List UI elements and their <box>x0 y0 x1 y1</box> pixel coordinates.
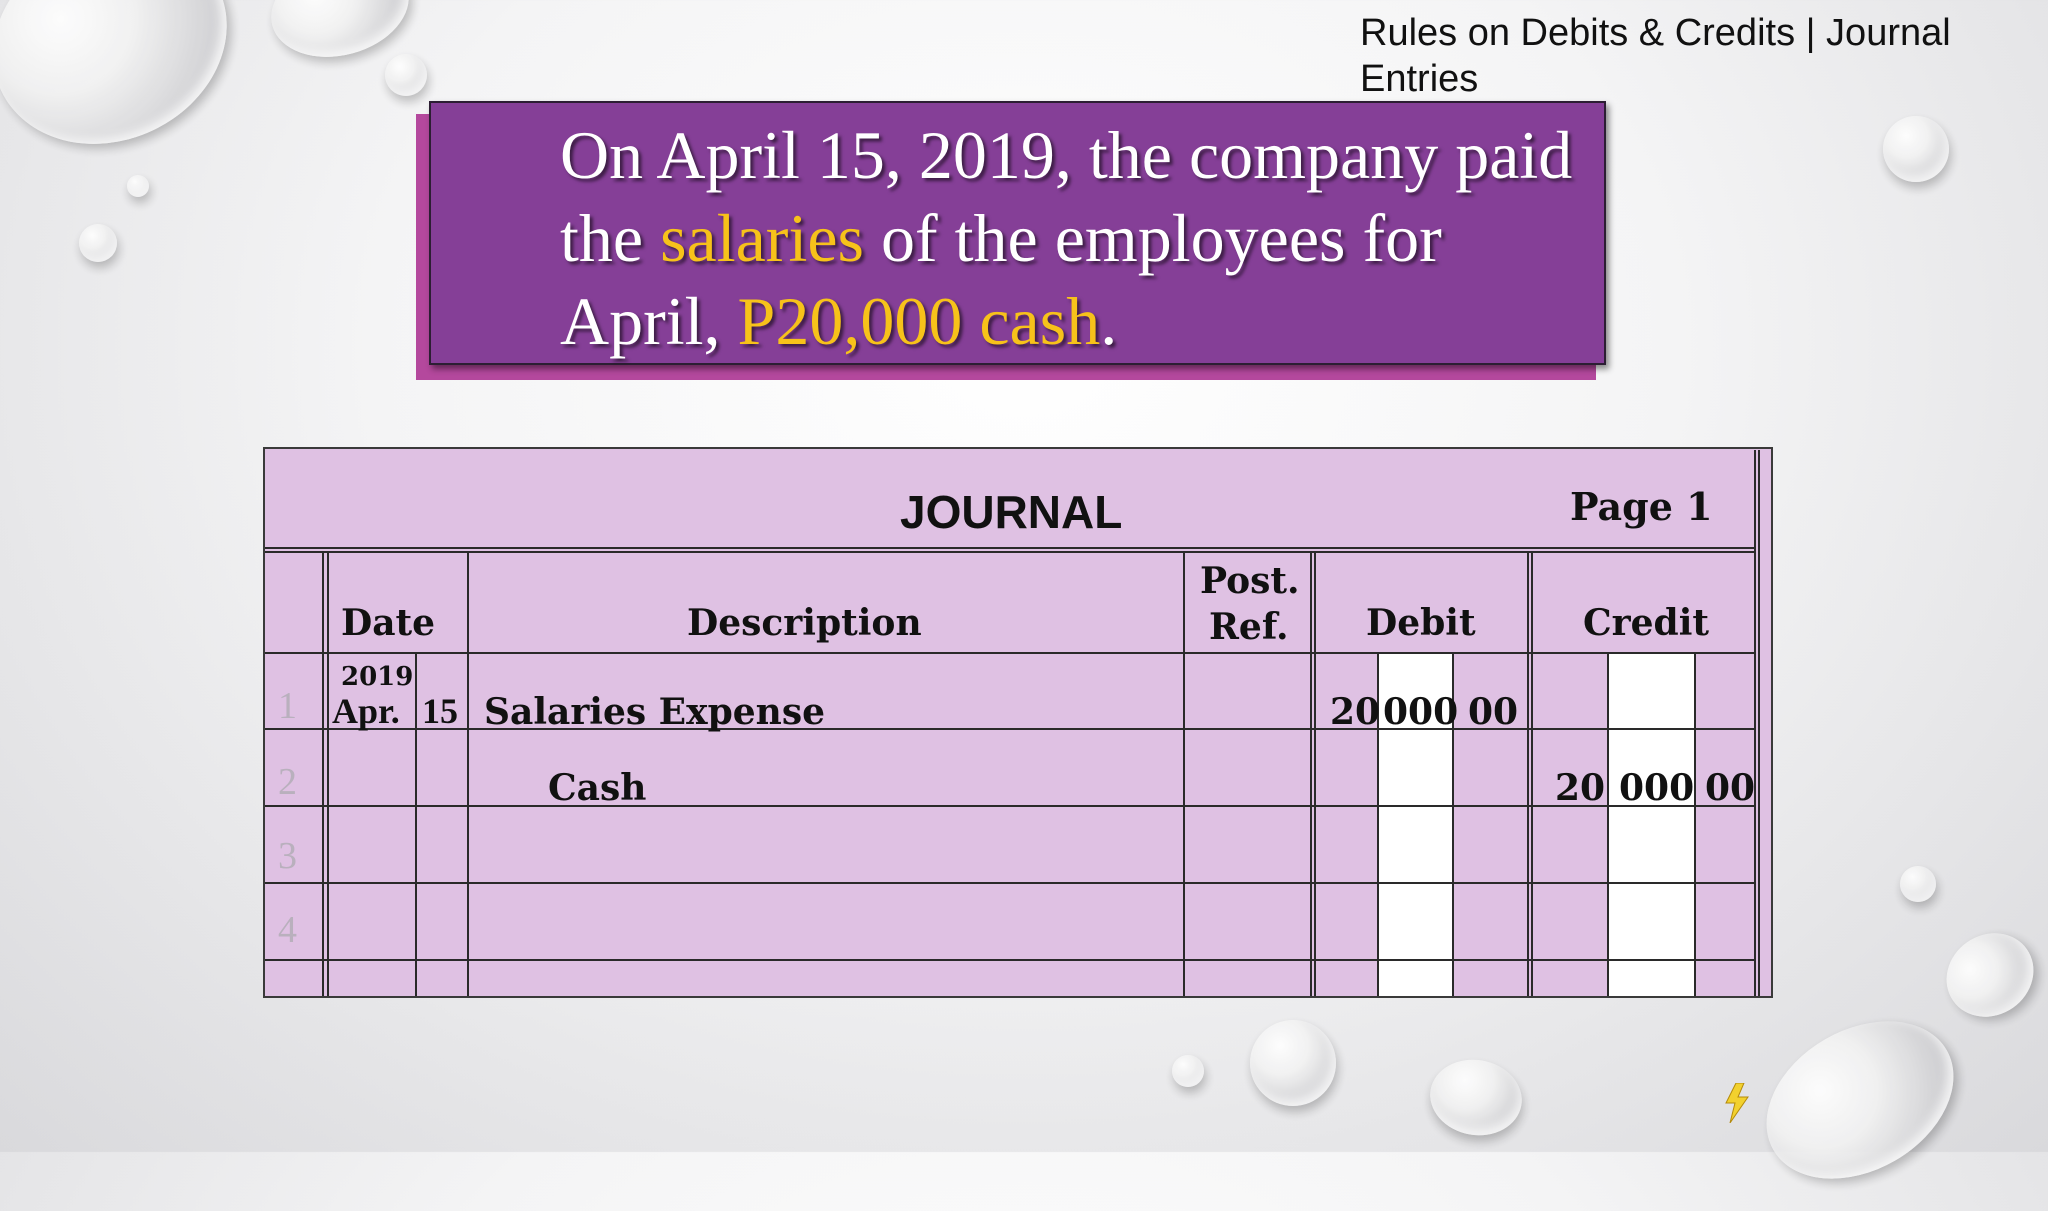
column-divider <box>1314 551 1316 996</box>
post-ref-column-header: Ref. <box>1209 606 1289 648</box>
credit-amount-hundreds: 000 <box>1619 767 1695 809</box>
lightning-bolt-icon <box>1725 1083 1749 1123</box>
column-divider <box>1694 652 1696 996</box>
journal-page-label: Page 1 <box>1570 484 1713 529</box>
water-drop-decoration <box>1738 989 1982 1211</box>
statement-text: . <box>1100 283 1118 359</box>
water-drop-decoration <box>1250 1020 1336 1106</box>
column-divider <box>1183 551 1185 996</box>
column-divider <box>415 652 417 996</box>
water-drop-decoration <box>1883 116 1949 182</box>
credit-amount-cents: 00 <box>1705 767 1756 809</box>
journal-title: JOURNAL <box>900 486 1123 538</box>
entry-description: Salaries Expense <box>484 691 825 733</box>
entry-month: Apr. <box>332 691 400 731</box>
water-drop-decoration <box>385 54 427 96</box>
column-divider <box>322 551 324 996</box>
debit-amount-cents: 00 <box>1468 691 1519 733</box>
credit-white-column <box>1607 652 1694 996</box>
slide-topic-header: Rules on Debits & Credits | Journal Entr… <box>1360 12 1951 100</box>
column-divider <box>327 551 329 996</box>
column-divider <box>467 551 469 996</box>
entry-day: 15 <box>422 691 458 731</box>
column-divider <box>1607 652 1609 996</box>
entry-description: Cash <box>548 767 647 809</box>
water-drop-decoration <box>1930 916 2048 1034</box>
column-divider <box>1310 551 1312 996</box>
row-number: 3 <box>278 835 297 877</box>
statement-highlight-salaries: salaries <box>660 200 864 276</box>
transaction-statement: On April 15, 2019, the company paid the … <box>560 114 1600 363</box>
water-drop-decoration <box>1424 1052 1528 1143</box>
column-divider <box>1531 551 1533 996</box>
title-divider <box>265 547 1755 549</box>
water-drop-decoration <box>127 175 149 197</box>
debit-amount-thousands: 20 <box>1330 691 1381 733</box>
row-number: 1 <box>278 685 297 727</box>
water-drop-decoration <box>1172 1055 1204 1087</box>
column-divider <box>1527 551 1529 996</box>
row-number: 4 <box>278 909 297 951</box>
credit-amount-thousands: 20 <box>1555 767 1606 809</box>
water-drop-decoration <box>79 224 117 262</box>
post-ref-column-header: Post. <box>1200 560 1300 602</box>
row-number: 2 <box>278 761 297 803</box>
statement-highlight-amount: P20,000 cash <box>737 283 1101 359</box>
debit-amount-hundreds: 000 <box>1383 691 1459 733</box>
description-column-header: Description <box>687 602 922 644</box>
credit-column-header: Credit <box>1583 602 1709 644</box>
entry-year: 2019 <box>341 662 414 692</box>
journal-right-border <box>1754 450 1760 996</box>
debit-column-header: Debit <box>1366 602 1476 644</box>
date-column-header: Date <box>341 602 436 644</box>
water-drop-decoration <box>0 0 262 182</box>
water-drop-decoration <box>1900 866 1936 902</box>
